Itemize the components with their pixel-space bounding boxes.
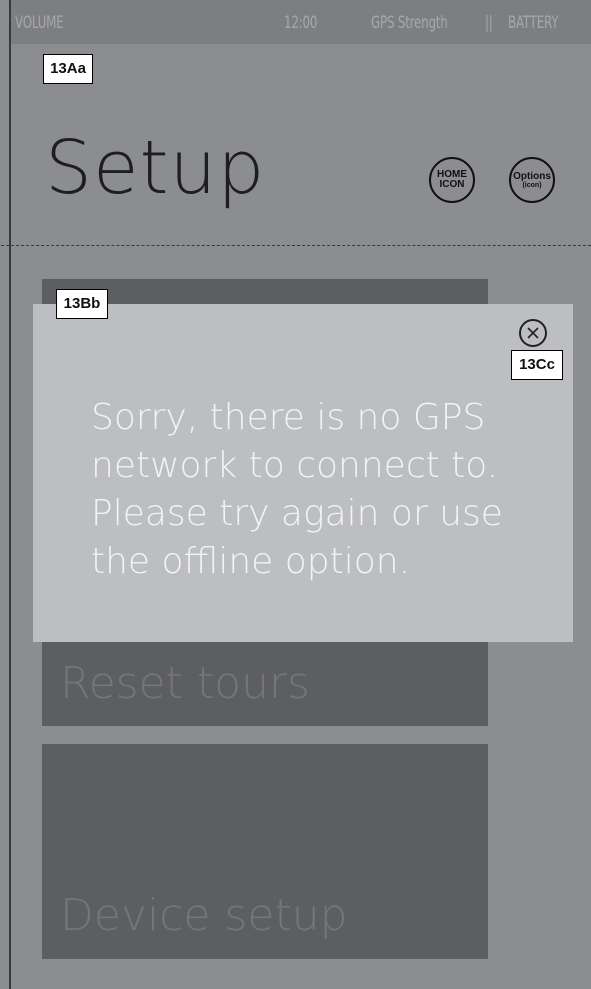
options-icon-sublabel: (icon) [522, 181, 542, 189]
annotation-tag-close: 13Cc [511, 350, 563, 380]
status-separator: || [485, 13, 493, 33]
home-icon-label-line2: ICON [439, 179, 465, 190]
close-x-glyph [527, 327, 539, 339]
options-button[interactable]: Options (icon) [509, 157, 555, 203]
options-icon-label: Options [513, 170, 551, 182]
home-button[interactable]: HOME ICON [429, 157, 475, 203]
annotation-tag-header: 13Aa [43, 54, 93, 84]
left-border [9, 0, 11, 989]
close-icon[interactable] [519, 319, 547, 347]
status-bar: VOLUME 12:00 GPS Strength || BATTERY [11, 0, 591, 44]
annotation-tag-content: 13Bb [56, 289, 108, 319]
menu-tile-device-setup[interactable]: Device setup [42, 744, 488, 959]
menu-tile-label: Reset tours [60, 658, 310, 709]
header-divider [0, 245, 591, 246]
gps-strength-indicator: GPS Strength [371, 13, 448, 33]
page-title: Setup [45, 125, 266, 211]
volume-indicator: VOLUME [15, 13, 64, 33]
menu-tile-label: Device setup [60, 890, 348, 941]
menu-tile-reset-tours[interactable]: Reset tours [42, 640, 488, 726]
gps-error-modal: Sorry, there is no GPS network to connec… [33, 304, 573, 642]
clock: 12:00 [284, 13, 318, 33]
modal-message: Sorry, there is no GPS network to connec… [91, 397, 503, 582]
battery-indicator: BATTERY [508, 13, 559, 33]
